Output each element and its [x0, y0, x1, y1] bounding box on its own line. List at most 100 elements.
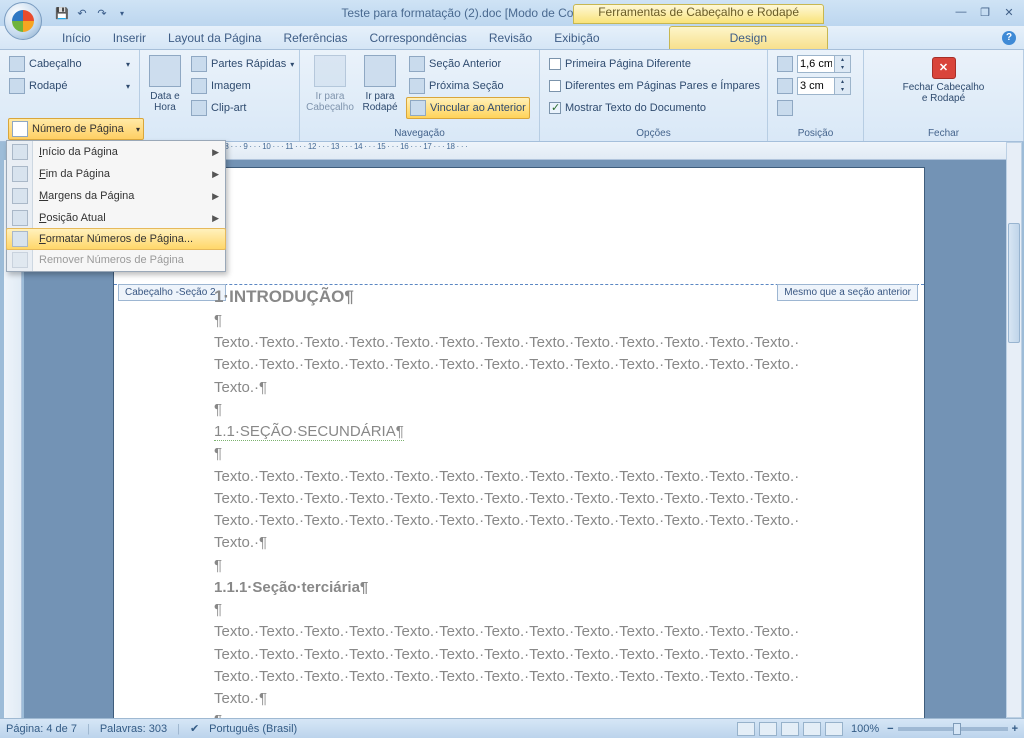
status-language[interactable]: Português (Brasil) [209, 723, 297, 735]
current-position-icon [12, 210, 28, 226]
link-previous-icon [410, 100, 426, 116]
restore-button[interactable]: ❐ [974, 6, 996, 20]
pares-impares-checkbox[interactable]: Diferentes em Páginas Pares e Ímpares [546, 75, 761, 97]
view-full-screen-button[interactable] [759, 722, 777, 736]
mostrar-texto-checkbox[interactable]: ✓Mostrar Texto do Documento [546, 97, 761, 119]
header-top-icon [777, 56, 793, 72]
tab-revisao[interactable]: Revisão [479, 27, 542, 49]
status-zoom[interactable]: 100% [851, 723, 879, 735]
proofing-icon[interactable]: ✔ [190, 722, 199, 735]
scrollbar-thumb[interactable] [1008, 223, 1020, 343]
save-icon[interactable]: 💾 [54, 5, 70, 21]
undo-icon[interactable]: ↶ [74, 5, 90, 21]
status-page[interactable]: Página: 4 de 7 [6, 723, 77, 735]
footer-bottom-spinner[interactable]: ▴▾ [774, 75, 857, 97]
heading-3: 1.1.1·Seção·terciária¶ [214, 578, 854, 598]
format-page-numbers-icon [12, 231, 28, 247]
body-text: Texto.·Texto.·Texto.·Texto.·Texto.·Texto… [214, 489, 854, 509]
tab-design[interactable]: Design [669, 26, 828, 49]
document-title: Teste para formatação (2).doc [Modo de C… [130, 6, 950, 20]
checkbox-icon [549, 58, 561, 70]
clipart-button[interactable]: Clip-art [188, 97, 297, 119]
body-text: Texto.·Texto.·Texto.·Texto.·Texto.·Texto… [214, 622, 854, 642]
tab-inserir[interactable]: Inserir [103, 27, 156, 49]
contextual-tab-title: Ferramentas de Cabeçalho e Rodapé [573, 4, 824, 24]
footer-bottom-input[interactable] [798, 78, 834, 94]
checkbox-icon [549, 80, 561, 92]
body-text: Texto.·Texto.·Texto.·Texto.·Texto.·Texto… [214, 511, 854, 531]
view-outline-button[interactable] [803, 722, 821, 736]
secao-anterior-button[interactable]: Seção Anterior [406, 53, 530, 75]
ribbon-tabs: Início Inserir Layout da Página Referênc… [0, 26, 1024, 50]
redo-icon[interactable]: ↷ [94, 5, 110, 21]
insert-tab-button[interactable] [774, 97, 857, 119]
calendar-icon [149, 55, 181, 87]
vertical-scrollbar[interactable] [1006, 142, 1022, 718]
zoom-slider-thumb[interactable] [953, 723, 961, 735]
rodape-button[interactable]: Rodapé▾ [6, 75, 133, 97]
pilcrow-line: ¶ [214, 400, 854, 420]
minimize-button[interactable]: — [950, 6, 972, 20]
header-top-input[interactable] [798, 56, 834, 72]
zoom-in-button[interactable]: + [1012, 723, 1018, 735]
ir-cabecalho-button[interactable]: Ir para Cabeçalho [306, 53, 354, 119]
imagem-button[interactable]: Imagem [188, 75, 297, 97]
quick-access-toolbar: 💾 ↶ ↷ ▾ [54, 5, 130, 21]
status-words[interactable]: Palavras: 303 [100, 723, 167, 735]
qat-dropdown-icon[interactable]: ▾ [114, 5, 130, 21]
page-margins-icon [12, 188, 28, 204]
data-hora-button[interactable]: Data e Hora [146, 53, 184, 119]
office-button[interactable] [4, 2, 42, 40]
clipart-icon [191, 100, 207, 116]
body-text: Texto.·¶ [214, 533, 854, 553]
close-button[interactable]: ✕ [998, 6, 1020, 20]
document-page[interactable]: Cabeçalho -Seção 2- Mesmo que a seção an… [114, 168, 924, 718]
ribbon: Cabeçalho▾ Rodapé▾ Número de Página Data… [0, 50, 1024, 142]
group-opcoes-label: Opções [540, 128, 767, 139]
fechar-cabecalho-button[interactable]: Fechar Cabeçalho e Rodapé [903, 82, 985, 104]
close-hf-icon[interactable]: ✕ [932, 57, 956, 79]
zoom-slider[interactable] [898, 727, 1008, 731]
view-draft-button[interactable] [825, 722, 843, 736]
bottom-of-page-icon [12, 166, 28, 182]
goto-header-icon [314, 55, 346, 87]
numero-pagina-menu: Início da Página▶ Fim da Página▶ Margens… [6, 140, 226, 272]
help-icon[interactable]: ? [1002, 31, 1016, 45]
tab-layout[interactable]: Layout da Página [158, 27, 271, 49]
body-text: Texto.·Texto.·Texto.·Texto.·Texto.·Texto… [214, 467, 854, 487]
pilcrow-line: ¶ [214, 311, 854, 331]
cabecalho-button[interactable]: Cabeçalho▾ [6, 53, 133, 75]
menu-inicio-pagina[interactable]: Início da Página▶ [7, 141, 225, 163]
tab-referencias[interactable]: Referências [273, 27, 357, 49]
vincular-anterior-button[interactable]: Vincular ao Anterior [406, 97, 530, 119]
group-navegacao-label: Navegação [300, 128, 539, 139]
numero-pagina-button[interactable]: Número de Página ▾ [8, 118, 144, 140]
menu-posicao-atual[interactable]: Posição Atual▶ [7, 207, 225, 229]
menu-fim-pagina[interactable]: Fim da Página▶ [7, 163, 225, 185]
tab-align-icon [777, 100, 793, 116]
proxima-secao-button[interactable]: Próxima Seção [406, 75, 530, 97]
document-content[interactable]: 1·INTRODUÇÃO¶ ¶ Texto.·Texto.·Texto.·Tex… [214, 286, 854, 718]
group-posicao-label: Posição [768, 128, 863, 139]
body-text: Texto.·Texto.·Texto.·Texto.·Texto.·Texto… [214, 355, 854, 375]
menu-formatar-numeros[interactable]: Formatar Números de Página... [6, 228, 226, 250]
menu-margens-pagina[interactable]: Margens da Página▶ [7, 185, 225, 207]
zoom-out-button[interactable]: − [887, 723, 893, 735]
tab-correspondencias[interactable]: Correspondências [359, 27, 476, 49]
body-text: Texto.·Texto.·Texto.·Texto.·Texto.·Texto… [214, 333, 854, 353]
tab-exibicao[interactable]: Exibição [544, 27, 609, 49]
page-number-icon [12, 121, 28, 137]
view-web-layout-button[interactable] [781, 722, 799, 736]
view-print-layout-button[interactable] [737, 722, 755, 736]
tab-inicio[interactable]: Início [52, 27, 101, 49]
checkbox-checked-icon: ✓ [549, 102, 561, 114]
header-section-tab: Cabeçalho -Seção 2- [118, 284, 226, 301]
ir-rodape-button[interactable]: Ir para Rodapé [356, 53, 404, 119]
primeira-diferente-checkbox[interactable]: Primeira Página Diferente [546, 53, 761, 75]
goto-footer-icon [364, 55, 396, 87]
partes-rapidas-button[interactable]: Partes Rápidas▾ [188, 53, 297, 75]
header-top-spinner[interactable]: ▴▾ [774, 53, 857, 75]
heading-1: 1·INTRODUÇÃO¶ [214, 286, 854, 309]
pilcrow-line: ¶ [214, 556, 854, 576]
pilcrow-line: ¶ [214, 600, 854, 620]
